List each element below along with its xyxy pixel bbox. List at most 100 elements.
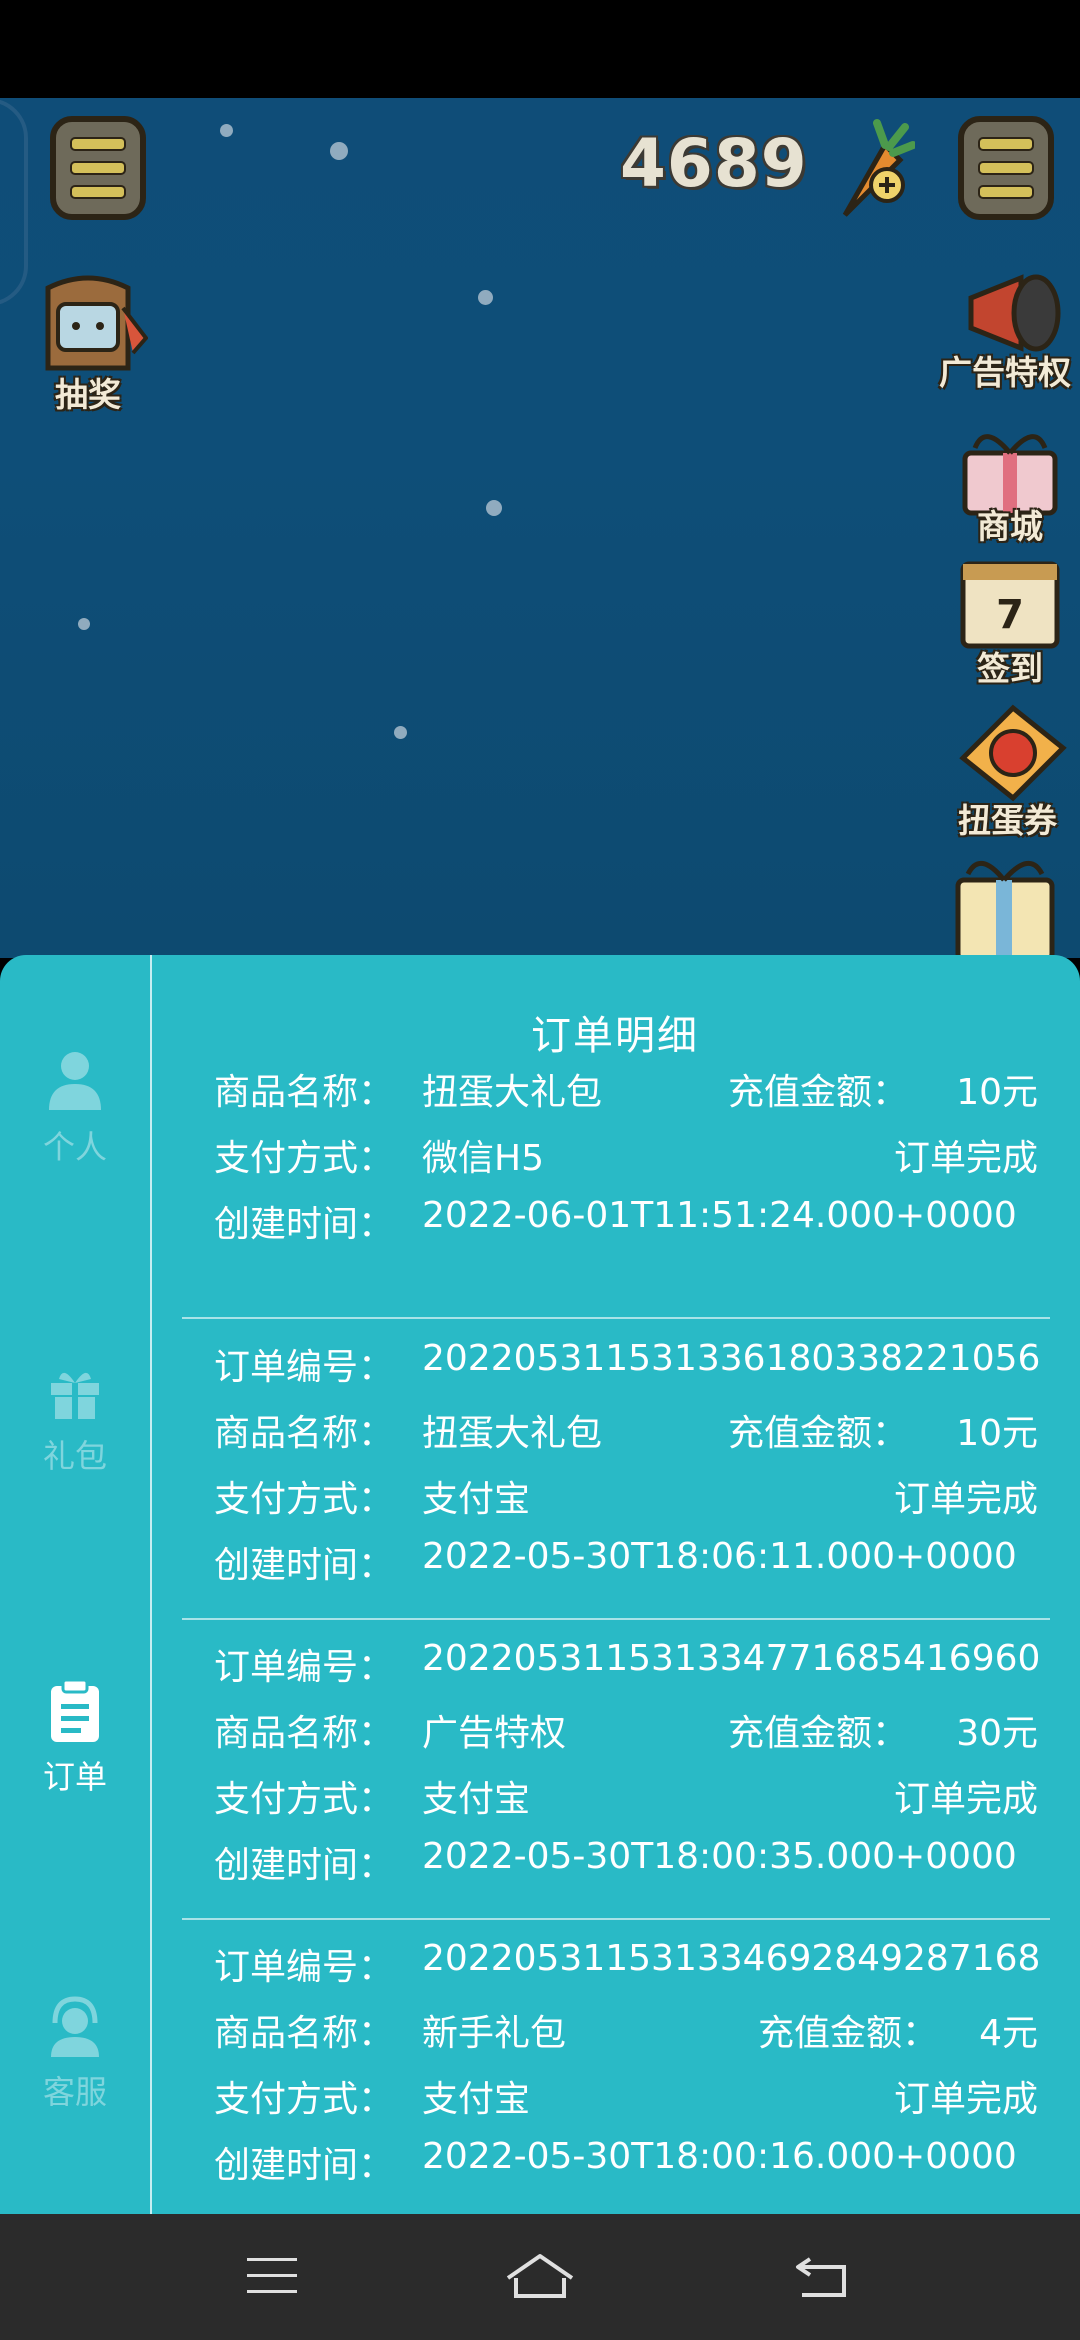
ticket-icon bbox=[958, 704, 1067, 802]
order-list-area: 订单明细 商品名称： 扭蛋大礼包 10元 充值金额： 支付方式： 微信H5 订单完成 创建… bbox=[150, 955, 1080, 2215]
shop-label: 商城 bbox=[977, 507, 1043, 546]
payment-value: 支付宝 bbox=[422, 1479, 531, 1520]
calendar-icon: 7 bbox=[960, 561, 1060, 649]
created-label: 创建时间： bbox=[214, 1545, 395, 1586]
sidebar-item-label: 个人 bbox=[42, 1128, 107, 1166]
lottery-machine-icon bbox=[45, 275, 149, 371]
product-label: 商品名称： bbox=[214, 1713, 395, 1754]
amount-label: 充值金额： bbox=[757, 2013, 938, 2054]
order-item[interactable]: 订单编号： 202205311531334771685416960 商品名称： 广告… bbox=[182, 1630, 1041, 1894]
sidebar-item-label: 礼包 bbox=[42, 1437, 107, 1475]
snowflake bbox=[220, 124, 233, 137]
payment-value: 微信H5 bbox=[422, 1138, 544, 1179]
payment-label: 支付方式： bbox=[214, 2079, 395, 2120]
created-value: 2022-05-30T18:00:35.000+0000 bbox=[422, 1836, 1017, 1877]
amount-value: 10元 bbox=[956, 1072, 1038, 1113]
payment-value: 支付宝 bbox=[422, 1779, 531, 1820]
sidebar-item-label: 客服 bbox=[42, 2073, 107, 2111]
product-value: 扭蛋大礼包 bbox=[422, 1413, 603, 1454]
page-title: 订单明细 bbox=[531, 1013, 699, 1059]
order-no-label: 订单编号： bbox=[214, 1347, 395, 1388]
megaphone-icon bbox=[968, 274, 1061, 352]
status-bar bbox=[0, 0, 1080, 98]
amount-value: 4元 bbox=[979, 2013, 1038, 2054]
carrot-plus-icon[interactable] bbox=[815, 115, 915, 225]
sidebar-item-label: 订单 bbox=[42, 1758, 107, 1796]
divider bbox=[182, 1618, 1050, 1620]
ad-privilege-label: 广告特权 bbox=[939, 353, 1071, 392]
snowflake bbox=[478, 290, 493, 305]
created-value: 2022-06-01T11:51:24.000+0000 bbox=[422, 1195, 1017, 1236]
product-label: 商品名称： bbox=[214, 1072, 395, 1113]
snowflake bbox=[394, 726, 407, 739]
amount-value: 10元 bbox=[956, 1413, 1038, 1454]
payment-value: 支付宝 bbox=[422, 2079, 531, 2120]
product-label: 商品名称： bbox=[214, 2013, 395, 2054]
snowflake bbox=[330, 142, 348, 160]
status-badge: 订单完成 bbox=[893, 1779, 1038, 1820]
shop-button[interactable]: 商城 bbox=[950, 418, 1070, 548]
order-item[interactable]: 订单编号： 2022053115313361803382210​56 商品名称： 扭… bbox=[182, 1330, 1041, 1594]
payment-label: 支付方式： bbox=[214, 1479, 395, 1520]
signin-label: 签到 bbox=[977, 649, 1043, 688]
menu-board-button-right[interactable] bbox=[958, 116, 1054, 220]
order-no-label: 订单编号： bbox=[214, 1947, 395, 1988]
product-value: 广告特权 bbox=[422, 1713, 567, 1754]
amount-label: 充值金额： bbox=[727, 1713, 908, 1754]
gacha-ticket-button[interactable]: 扭蛋券 bbox=[935, 698, 1080, 840]
order-no-value: 202205311531334771685416960 bbox=[422, 1638, 1041, 1679]
amount-value: 30元 bbox=[956, 1713, 1038, 1754]
amount-label: 充值金额： bbox=[727, 1413, 908, 1454]
menu-board-button-left[interactable] bbox=[50, 116, 146, 220]
menu-button[interactable] bbox=[222, 2236, 322, 2316]
sidebar-item-gift[interactable]: 礼包 bbox=[0, 1365, 150, 1477]
back-icon bbox=[796, 2257, 846, 2297]
order-no-value: 2022053115313361803382210​56 bbox=[422, 1338, 1041, 1379]
created-label: 创建时间： bbox=[214, 2145, 395, 2186]
order-item[interactable]: 订单编号： 202205311531334692849287168 商品名称： 新手… bbox=[182, 1930, 1041, 2194]
menu-icon bbox=[247, 2258, 297, 2293]
status-badge: 订单完成 bbox=[893, 2079, 1038, 2120]
order-no-value: 202205311531334692849287168 bbox=[422, 1938, 1041, 1979]
carrot-count: 4689 bbox=[620, 125, 808, 202]
clipboard-icon bbox=[51, 1678, 99, 1742]
person-icon bbox=[49, 1052, 101, 1110]
payment-label: 支付方式： bbox=[214, 1138, 395, 1179]
gacha-ticket-label: 扭蛋券 bbox=[958, 801, 1057, 840]
headset-icon bbox=[51, 1996, 99, 2057]
created-label: 创建时间： bbox=[214, 1204, 395, 1245]
snowflake bbox=[78, 618, 90, 630]
product-value: 扭蛋大礼包 bbox=[422, 1072, 603, 1113]
order-panel: 个人 礼包 订单 客服 订单明细 商品名称： 扭蛋大礼包 10元 充值金额： 支… bbox=[0, 955, 1080, 2215]
product-label: 商品名称： bbox=[214, 1413, 395, 1454]
status-badge: 订单完成 bbox=[893, 1479, 1038, 1520]
game-edge-decoration bbox=[0, 98, 28, 306]
status-badge: 订单完成 bbox=[893, 1138, 1038, 1179]
game-background: 4689 抽奖 广告特权 商城 7 签到 扭蛋券 bbox=[0, 98, 1080, 958]
lottery-label: 抽奖 bbox=[55, 375, 121, 414]
signin-button[interactable]: 7 签到 bbox=[950, 550, 1070, 688]
sidebar-item-service[interactable]: 客服 bbox=[0, 1995, 150, 2113]
sidebar-item-orders[interactable]: 订单 bbox=[0, 1678, 150, 1798]
product-value: 新手礼包 bbox=[422, 2013, 567, 2054]
payment-label: 支付方式： bbox=[214, 1779, 395, 1820]
divider bbox=[182, 1317, 1050, 1319]
amount-label: 充值金额： bbox=[727, 1072, 908, 1113]
order-no-label: 订单编号： bbox=[214, 1647, 395, 1688]
ad-privilege-button[interactable]: 广告特权 bbox=[930, 268, 1080, 398]
back-button[interactable] bbox=[772, 2236, 872, 2316]
snowflake bbox=[486, 500, 502, 516]
divider bbox=[182, 1918, 1050, 1920]
calendar-day: 7 bbox=[996, 592, 1024, 638]
order-item[interactable]: 商品名称： 扭蛋大礼包 10元 充值金额： 支付方式： 微信H5 订单完成 创建时间： 20… bbox=[182, 1055, 1038, 1253]
home-button[interactable] bbox=[490, 2236, 590, 2316]
gift-package-icon[interactable] bbox=[950, 850, 1060, 958]
gift-icon bbox=[51, 1372, 99, 1419]
system-nav-bar bbox=[0, 2214, 1080, 2340]
home-icon bbox=[506, 2254, 574, 2298]
sidebar-item-personal[interactable]: 个人 bbox=[0, 1050, 150, 1168]
created-value: 2022-05-30T18:06:11.000+0000 bbox=[422, 1536, 1017, 1577]
created-label: 创建时间： bbox=[214, 1845, 395, 1886]
lottery-button[interactable]: 抽奖 bbox=[28, 268, 149, 414]
created-value: 2022-05-30T18:00:16.000+0000 bbox=[422, 2136, 1017, 2177]
